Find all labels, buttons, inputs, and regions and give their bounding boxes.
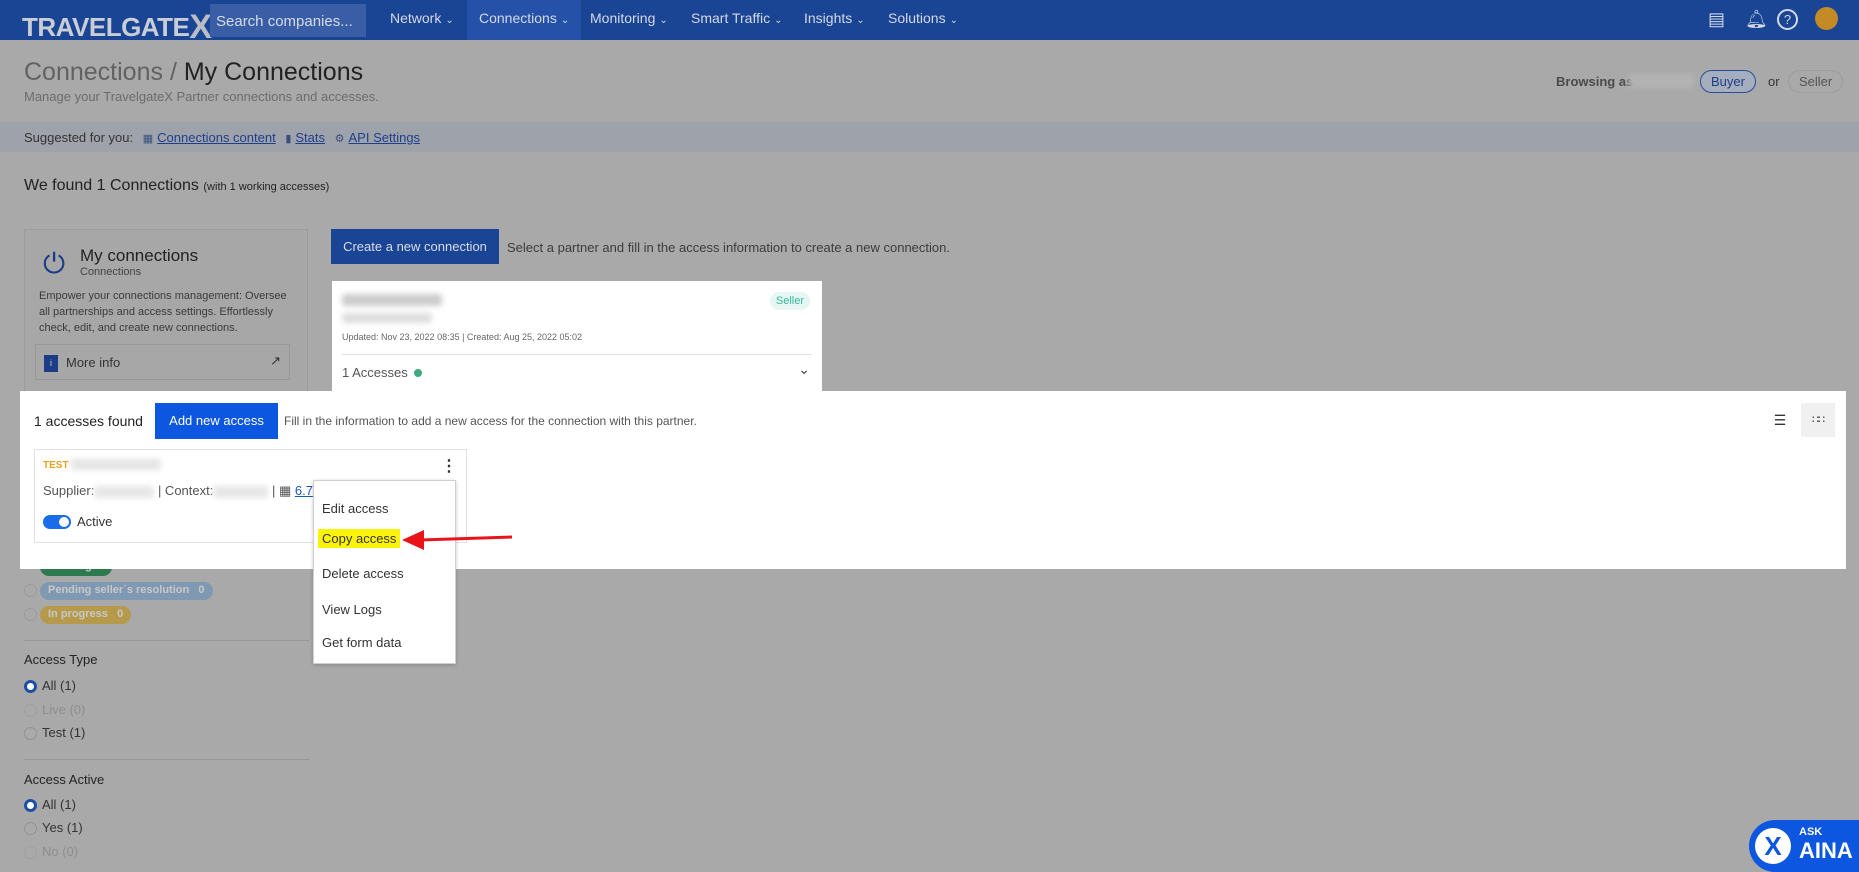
chevron-down-icon[interactable]: ⌄ [798,361,810,378]
nav-smart-traffic[interactable]: Smart Traffic ⌄ [679,0,794,40]
radio-type-all[interactable] [24,680,37,693]
add-access-hint: Fill in the information to add a new acc… [284,414,697,428]
bell-icon[interactable]: 🔔︎ [1745,9,1768,30]
connections-found: We found 1 Connections (with 1 working a… [24,177,330,194]
card-title: My connections [80,246,199,265]
more-info-button[interactable]: i More info ↗ [35,344,290,380]
radio-active-yes[interactable] [24,822,37,835]
type-all-label: All (1) [42,678,76,693]
divider [24,640,309,641]
radio-active-all[interactable] [24,799,37,812]
ticket-icon[interactable]: ▤ [1708,9,1725,30]
link-stats[interactable]: Stats [295,130,325,145]
create-hint: Select a partner and fill in the access … [507,240,950,255]
nav-network[interactable]: Network ⌄ [378,0,466,40]
top-nav: TRAVELGATEX Search companies... Network ⌄… [0,0,1859,46]
link-connections-content[interactable]: Connections content [157,130,276,145]
connection-card[interactable]: Seller Updated: Nov 23, 2022 08:35 | Cre… [332,281,822,391]
create-connection-button[interactable]: Create a new connection [331,229,499,264]
chevron-down-icon: ⌄ [445,15,454,26]
status-in-progress-pill[interactable]: In progress 0 [40,606,132,624]
access-type-heading: Access Type [24,652,98,667]
menu-edit-access[interactable]: Edit access [318,499,392,518]
access-details: Supplier: | Context: | ▦ 6.7 [43,483,313,498]
stats-icon: ▮ [285,133,292,145]
search-input[interactable]: Search companies... [210,4,366,37]
external-link-icon: ↗ [270,353,281,368]
seller-badge: Seller [769,292,810,310]
page-title: Connections / My Connections [24,58,364,86]
my-connections-card: ⏻ My connections Connections Empower you… [24,229,308,399]
radio-in-progress[interactable] [24,608,37,621]
menu-copy-access[interactable]: Copy access [318,529,401,548]
access-link[interactable]: 6.7 [295,483,313,498]
chevron-down-icon: ⌄ [659,15,668,26]
add-access-button[interactable]: Add new access [155,403,278,439]
chevron-down-icon: ⌄ [949,15,958,26]
chevron-down-icon: ⌄ [774,15,783,26]
access-context-menu: Edit access Copy access Delete access Vi… [313,480,456,664]
active-label: Active [77,514,113,529]
help-icon[interactable]: ? [1777,9,1798,30]
link-api-settings[interactable]: API Settings [349,130,421,145]
radio-type-live [24,704,37,717]
list-view-icon[interactable]: ☰ [1763,403,1797,437]
chevron-down-icon: ⌄ [856,15,865,26]
grid-view-icon[interactable]: ∷∷ [1801,403,1835,437]
buyer-button[interactable]: Buyer [1700,70,1756,93]
ask-aina-button[interactable]: X ASK AINA [1749,820,1859,872]
divider [24,759,309,760]
status-pending-pill[interactable]: Pending seller´s resolution 0 [40,582,213,600]
blurred-partner-name [342,294,442,306]
building-icon: ▦ [142,133,154,145]
access-type-label: TEST [43,460,69,471]
active-yes-label: Yes (1) [42,820,83,835]
card-subtitle: Connections [80,266,142,278]
blurred-access-name [71,459,161,470]
seller-button[interactable]: Seller [1788,70,1844,93]
accesses-count: 1 Accesses [342,365,422,380]
page-subtitle: Manage your TravelgateX Partner connecti… [24,89,379,104]
type-live-label: Live (0) [42,702,86,717]
red-arrow-annotation [402,530,513,550]
blurred-partner-code [342,313,432,323]
avatar[interactable] [1815,7,1838,30]
plug-icon: ⏻ [43,248,66,279]
nav-monitoring[interactable]: Monitoring ⌄ [578,0,680,40]
type-test-label: Test (1) [42,725,86,740]
active-no-label: No (0) [42,844,79,859]
menu-delete-access[interactable]: Delete access [318,564,408,583]
nav-solutions[interactable]: Solutions ⌄ [876,0,970,40]
travelgatex-logo[interactable]: TRAVELGATEX [22,6,212,46]
menu-get-form-data[interactable]: Get form data [318,633,405,652]
radio-type-test[interactable] [24,727,37,740]
radio-pending[interactable] [24,584,37,597]
aina-logo-icon: X [1755,828,1791,864]
connection-dates: Updated: Nov 23, 2022 08:35 | Created: A… [342,332,583,342]
browsing-as-label: Browsing as [1556,74,1634,89]
breadcrumb-connections[interactable]: Connections [24,58,163,86]
accesses-found: 1 accesses found [34,413,143,429]
menu-view-logs[interactable]: View Logs [318,600,386,619]
building-icon: ▦ [278,483,292,498]
accesses-panel: 1 accesses found Add new access Fill in … [20,391,1846,569]
gears-icon: ⚙ [334,133,345,145]
suggested-bar: Suggested for you: ▦ Connections content … [0,122,1859,152]
active-toggle[interactable] [43,515,71,529]
blurred-company [1628,74,1694,88]
active-all-label: All (1) [42,797,76,812]
or-label: or [1768,74,1780,89]
status-dot [413,369,422,377]
card-description: Empower your connections management: Ove… [39,290,287,334]
kebab-menu-icon[interactable]: ⋮ [441,456,457,476]
nav-connections[interactable]: Connections ⌄ [467,0,582,40]
nav-insights[interactable]: Insights ⌄ [792,0,877,40]
chevron-down-icon: ⌄ [560,15,570,26]
info-icon: i [44,355,58,373]
access-active-heading: Access Active [24,772,105,787]
radio-active-no [24,846,37,859]
